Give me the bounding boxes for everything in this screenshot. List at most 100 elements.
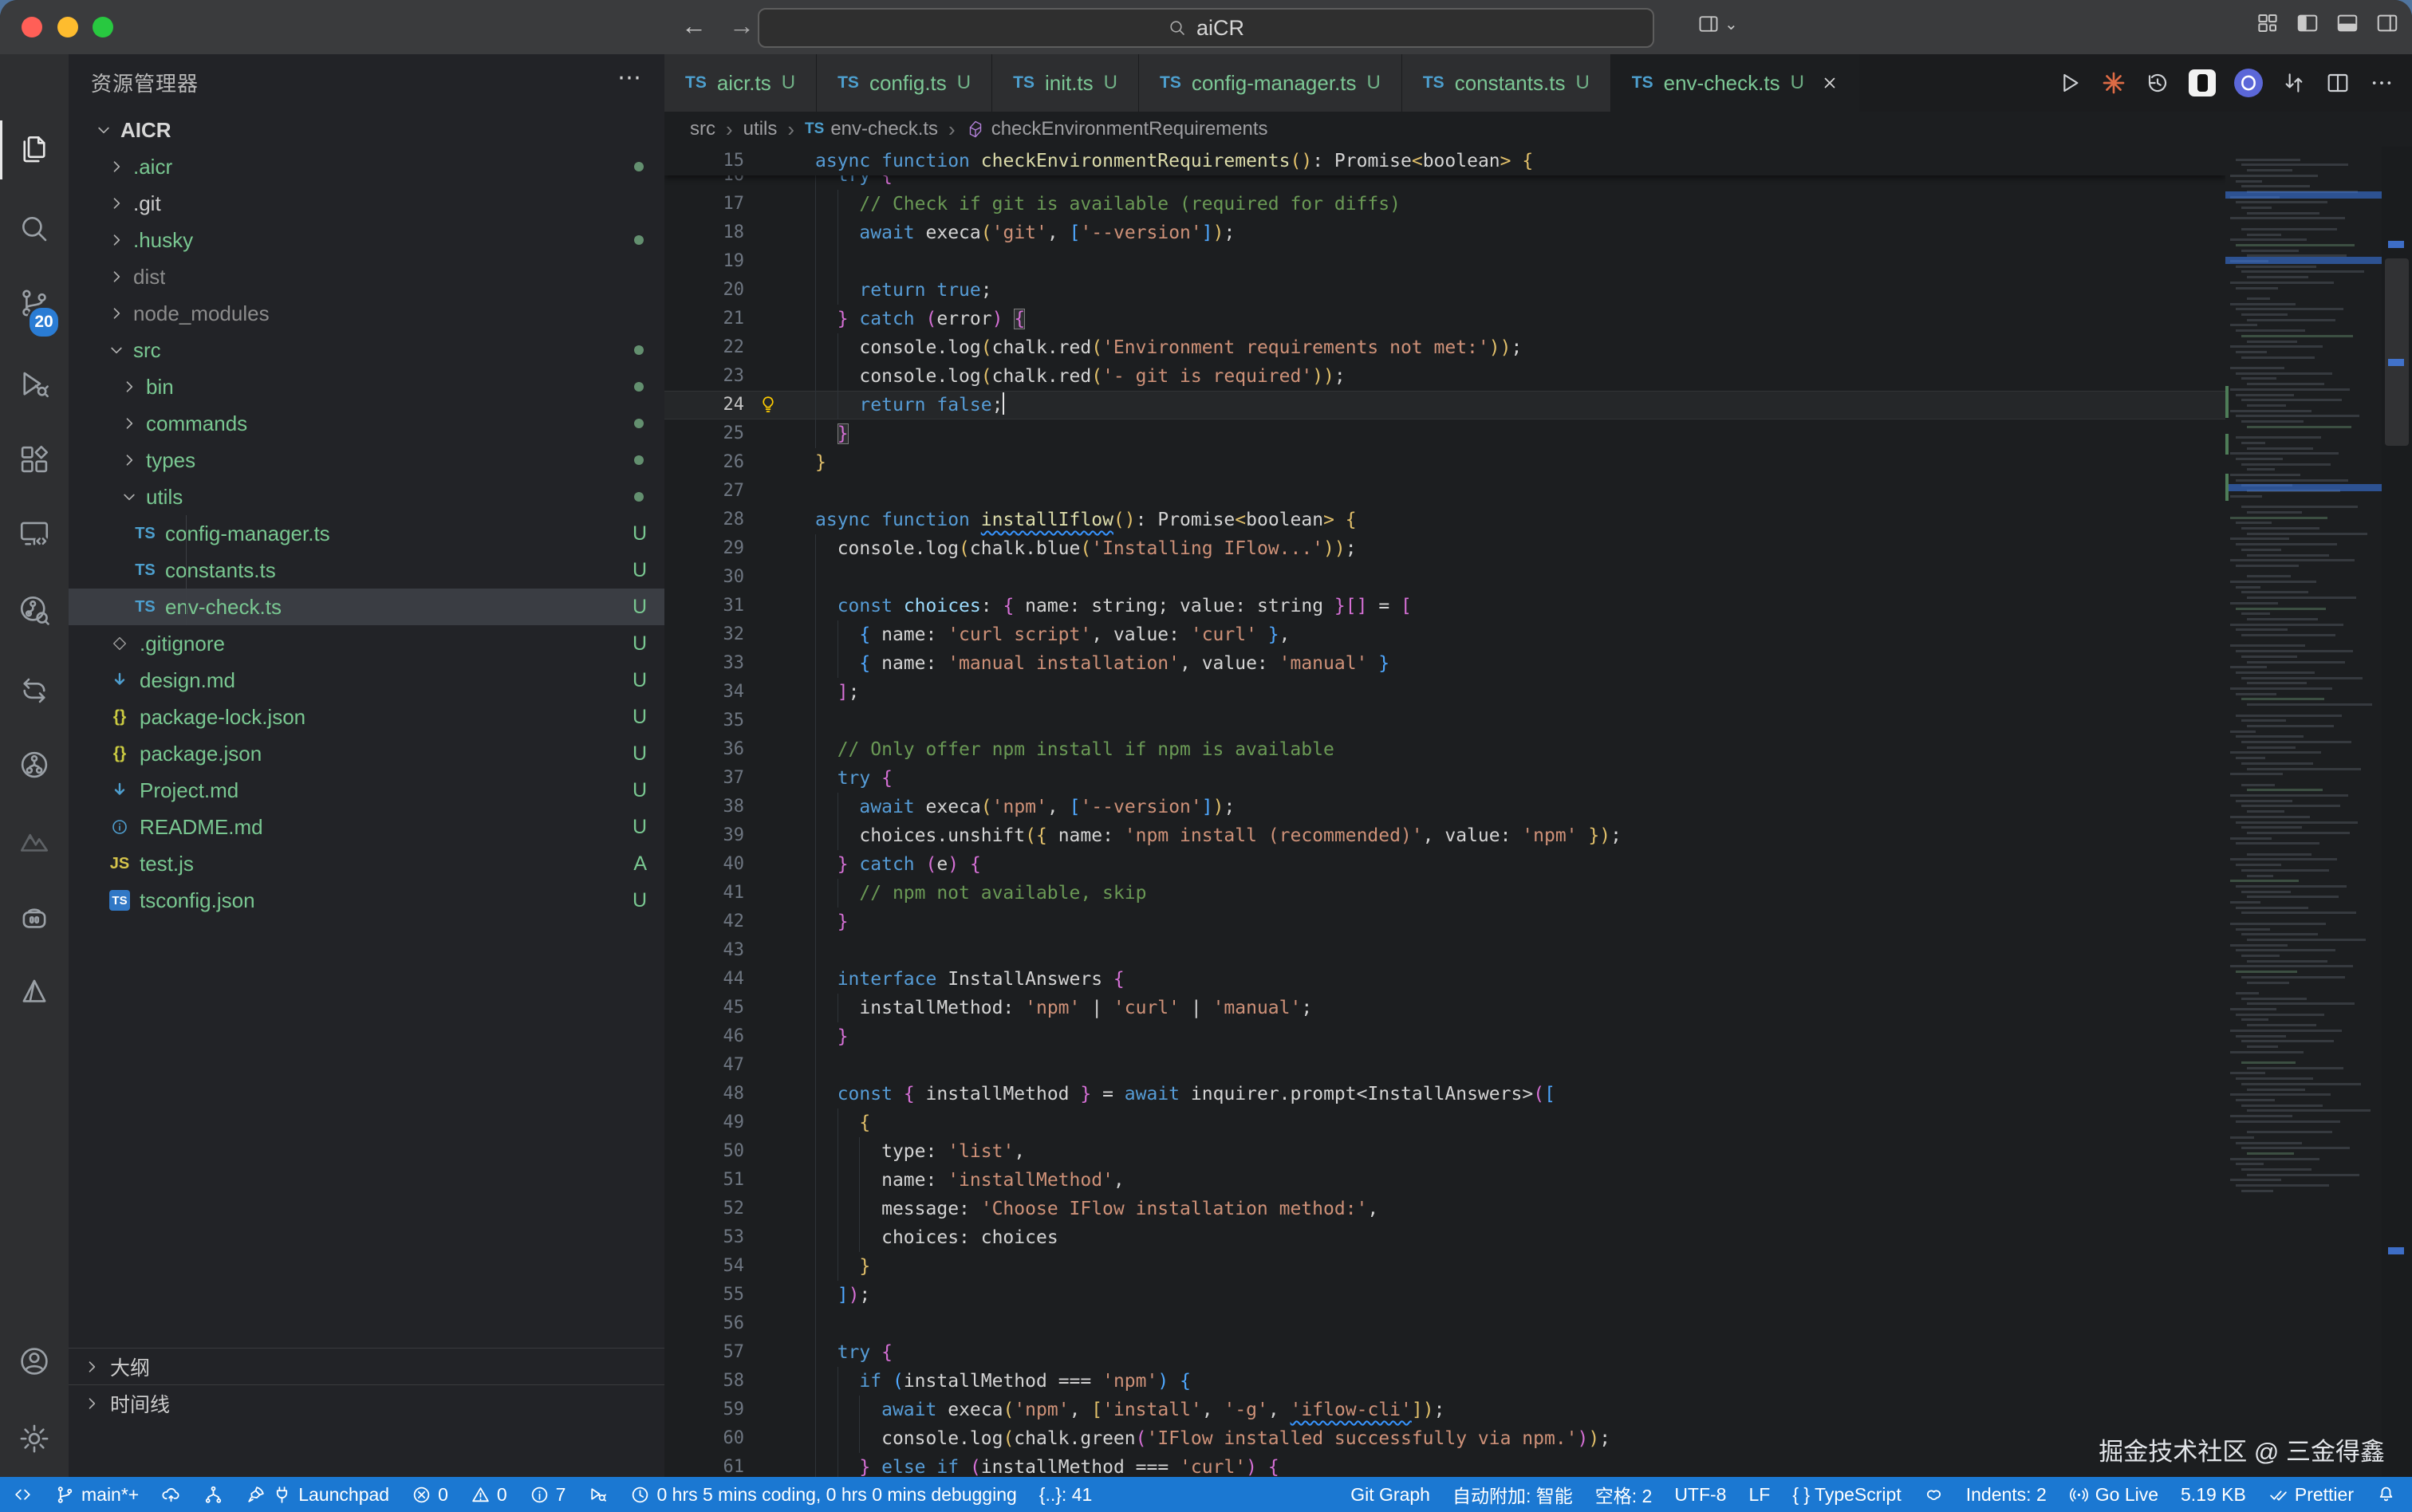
status-item-knot[interactable]	[1924, 1485, 1944, 1505]
status-item-Prettier[interactable]: Prettier	[2268, 1484, 2354, 1506]
code-line-44[interactable]: 44 interface InstallAnswers {	[664, 965, 2225, 994]
code-line-25[interactable]: 25 }	[664, 419, 2225, 448]
file-item-package-lock.json[interactable]: {}package-lock.jsonU	[69, 699, 664, 735]
status-item-remote[interactable]	[13, 1485, 33, 1505]
file-item-README.md[interactable]: README.mdU	[69, 809, 664, 845]
ai-circle-button[interactable]	[2234, 69, 2263, 97]
customize-layout-button[interactable]	[2256, 11, 2280, 35]
code-line-18[interactable]: 18 await execa('git', ['--version']);	[664, 219, 2225, 247]
activity-git-graph-circle[interactable]	[0, 735, 69, 794]
editor-scrollbar[interactable]	[2382, 147, 2412, 1477]
run-button[interactable]	[2057, 70, 2083, 96]
more-actions-icon[interactable]: ⋯	[617, 64, 642, 92]
code-line-27[interactable]: 27	[664, 477, 2225, 506]
activity-remote-explorer[interactable]	[0, 504, 69, 563]
tab-constants.ts[interactable]: TSconstants.tsU	[1402, 54, 1611, 112]
code-line-50[interactable]: 50 type: 'list',	[664, 1137, 2225, 1166]
bw-toggle-button[interactable]	[2189, 69, 2216, 96]
file-item-env-check.ts[interactable]: TSenv-check.tsU	[69, 589, 664, 625]
code-line-34[interactable]: 34 ];	[664, 678, 2225, 707]
code-line-20[interactable]: 20 return true;	[664, 276, 2225, 305]
code-editor[interactable]: 15async function checkEnvironmentRequire…	[664, 147, 2225, 1477]
close-window-button[interactable]	[22, 17, 42, 37]
file-item-design.md[interactable]: design.mdU	[69, 662, 664, 699]
status-item-UTF-8[interactable]: UTF-8	[1674, 1484, 1726, 1506]
code-line-46[interactable]: 46 }	[664, 1022, 2225, 1051]
activity-run-debug[interactable]	[0, 355, 69, 414]
file-item-package.json[interactable]: {}package.jsonU	[69, 735, 664, 772]
activity-explorer[interactable]	[0, 120, 69, 179]
code-line-23[interactable]: 23 console.log(chalk.red('- git is requi…	[664, 362, 2225, 391]
starburst-button[interactable]	[2101, 70, 2126, 96]
folder-item-node_modules[interactable]: node_modules	[69, 295, 664, 332]
code-line-60[interactable]: 60 console.log(chalk.green('IFlow instal…	[664, 1424, 2225, 1453]
tab-config.ts[interactable]: TSconfig.tsU	[817, 54, 992, 112]
status-item-graph[interactable]	[203, 1485, 223, 1505]
folder-item-.husky[interactable]: .husky	[69, 222, 664, 258]
status-item-cloud-upload[interactable]	[161, 1485, 181, 1505]
breadcrumb-item[interactable]: checkEnvironmentRequirements	[966, 118, 1268, 140]
code-line-37[interactable]: 37 try {	[664, 764, 2225, 793]
history-button[interactable]	[2145, 70, 2170, 96]
status-item-Indents: 2[interactable]: Indents: 2	[1966, 1484, 2047, 1506]
code-line-31[interactable]: 31 const choices: { name: string; value:…	[664, 592, 2225, 620]
code-line-39[interactable]: 39 choices.unshift({ name: 'npm install …	[664, 821, 2225, 850]
activity-robot[interactable]	[0, 888, 69, 947]
code-line-61[interactable]: 61 } else if (installMethod === 'curl') …	[664, 1453, 2225, 1477]
outline-section[interactable]: 大纲	[69, 1348, 664, 1384]
status-item-{..}: 41[interactable]: {..}: 41	[1039, 1484, 1093, 1506]
code-line-41[interactable]: 41 // npm not available, skip	[664, 879, 2225, 908]
activity-source-control[interactable]: 20	[0, 274, 69, 333]
activity-mountains[interactable]	[0, 812, 69, 871]
folder-item-.git[interactable]: .git	[69, 185, 664, 222]
code-line-32[interactable]: 32 { name: 'curl script', value: 'curl' …	[664, 620, 2225, 649]
status-item-{ } TypeScript[interactable]: { } TypeScript	[1792, 1484, 1901, 1506]
toggle-primary-sidebar-button[interactable]	[2296, 11, 2319, 35]
code-line-24[interactable]: 24 return false;	[664, 391, 2225, 419]
activity-settings-gear[interactable]	[0, 1409, 69, 1468]
folder-item-dist[interactable]: dist	[69, 258, 664, 295]
command-center-search[interactable]: aiCR	[758, 8, 1654, 48]
lightbulb-icon[interactable]	[757, 394, 779, 416]
status-item-0[interactable]: 0	[471, 1484, 507, 1506]
code-line-40[interactable]: 40 } catch (e) {	[664, 850, 2225, 879]
code-line-43[interactable]: 43	[664, 936, 2225, 965]
back-button[interactable]: ←	[676, 11, 711, 41]
folder-item-src[interactable]: src	[69, 332, 664, 368]
tab-aicr.ts[interactable]: TSaicr.tsU	[664, 54, 817, 112]
file-item-.gitignore[interactable]: .gitignoreU	[69, 625, 664, 662]
activity-account[interactable]	[0, 1332, 69, 1391]
tab-env-check.ts[interactable]: TSenv-check.tsU	[1611, 54, 1860, 112]
code-line-19[interactable]: 19	[664, 247, 2225, 276]
status-item-Launchpad[interactable]: Launchpad	[246, 1484, 389, 1506]
minimize-window-button[interactable]	[57, 17, 78, 37]
activity-search[interactable]	[0, 199, 69, 258]
breadcrumb-item[interactable]: TSenv-check.ts	[805, 118, 938, 140]
activity-compare-loop[interactable]	[0, 661, 69, 720]
code-line-49[interactable]: 49 {	[664, 1108, 2225, 1137]
code-line-45[interactable]: 45 installMethod: 'npm' | 'curl' | 'manu…	[664, 994, 2225, 1022]
code-line-30[interactable]: 30	[664, 563, 2225, 592]
code-line-35[interactable]: 35	[664, 707, 2225, 735]
tab-init.ts[interactable]: TSinit.tsU	[992, 54, 1139, 112]
code-line-55[interactable]: 55 ]);	[664, 1281, 2225, 1309]
status-item-0[interactable]: 0	[412, 1484, 448, 1506]
toggle-secondary-sidebar-button[interactable]	[2375, 11, 2399, 35]
code-line-22[interactable]: 22 console.log(chalk.red('Environment re…	[664, 333, 2225, 362]
code-line-58[interactable]: 58 if (installMethod === 'npm') {	[664, 1367, 2225, 1396]
maximize-window-button[interactable]	[93, 17, 113, 37]
code-line-38[interactable]: 38 await execa('npm', ['--version']);	[664, 793, 2225, 821]
code-line-21[interactable]: 21 } catch (error) {	[664, 305, 2225, 333]
status-item-7[interactable]: 7	[530, 1484, 566, 1506]
code-line-33[interactable]: 33 { name: 'manual installation', value:…	[664, 649, 2225, 678]
code-line-56[interactable]: 56	[664, 1309, 2225, 1338]
status-item-main*+[interactable]: main*+	[55, 1484, 139, 1506]
tab-config-manager.ts[interactable]: TSconfig-manager.tsU	[1139, 54, 1402, 112]
file-item-test.js[interactable]: JStest.jsA	[69, 845, 664, 882]
file-item-constants.ts[interactable]: TSconstants.tsU	[69, 552, 664, 589]
code-line-26[interactable]: 26}	[664, 448, 2225, 477]
code-line-47[interactable]: 47	[664, 1051, 2225, 1080]
toggle-panel-button[interactable]	[2335, 11, 2359, 35]
code-line-17[interactable]: 17 // Check if git is available (require…	[664, 190, 2225, 219]
code-line-16[interactable]: 16 try {	[664, 175, 2225, 190]
